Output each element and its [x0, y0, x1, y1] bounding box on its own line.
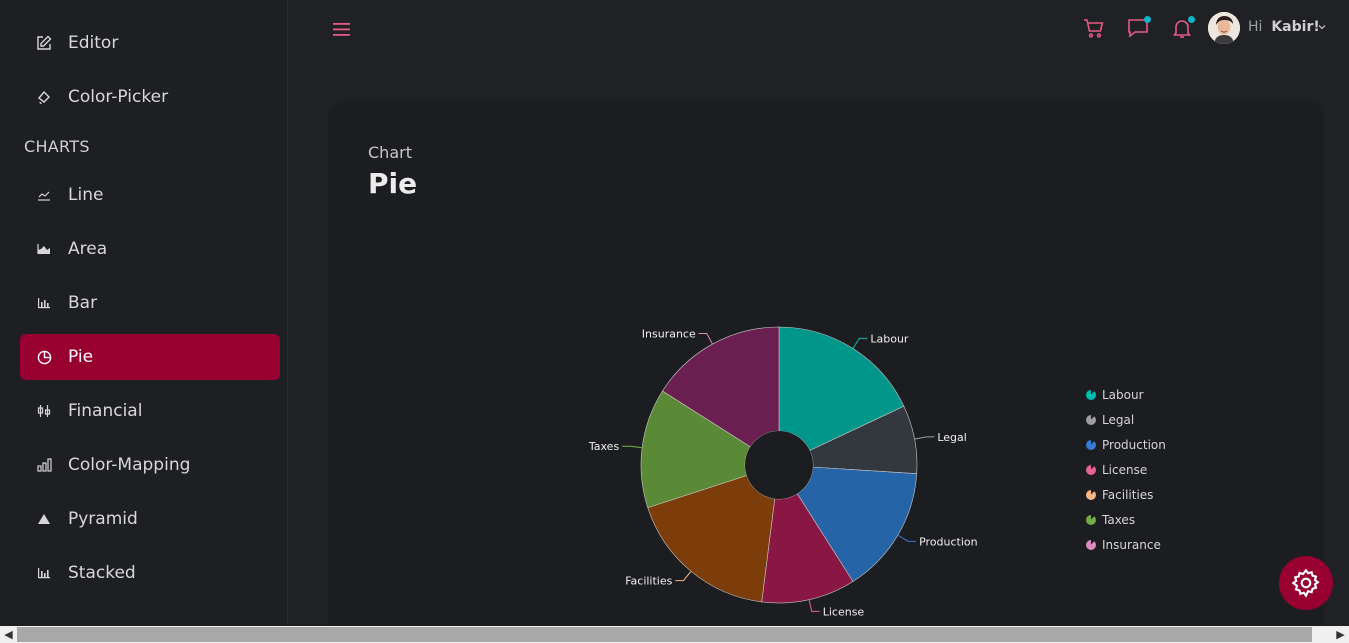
- legend-item-license[interactable]: License: [1086, 457, 1166, 482]
- sidebar-item-color-picker[interactable]: Color-Picker: [20, 74, 280, 120]
- pie-label-insurance: Insurance: [642, 328, 696, 341]
- horizontal-scrollbar[interactable]: ◀ ▶: [0, 626, 1349, 643]
- chevron-down-icon[interactable]: [1317, 22, 1327, 32]
- legend-item-facilities[interactable]: Facilities: [1086, 482, 1166, 507]
- sidebar-item-line[interactable]: Line: [20, 172, 280, 218]
- pie-connector-production: [897, 534, 917, 542]
- sidebar-item-label: Editor: [68, 33, 119, 53]
- sidebar-item-label: Line: [68, 185, 104, 205]
- column-chart-icon: [20, 458, 68, 472]
- sidebar-item-editor[interactable]: Editor: [20, 20, 280, 66]
- scrollbar-thumb[interactable]: [17, 627, 1312, 642]
- legend-item-legal[interactable]: Legal: [1086, 407, 1166, 432]
- cart-icon: [1084, 19, 1104, 38]
- sidebar-section-charts: CHARTS: [24, 137, 90, 156]
- cart-button[interactable]: [1082, 16, 1108, 42]
- pie-connector-license: [808, 599, 820, 612]
- pie-connector-legal: [914, 436, 935, 440]
- sidebar-item-label: Stacked: [68, 563, 136, 583]
- pie-label-taxes: Taxes: [588, 440, 620, 453]
- legend-label: Labour: [1102, 387, 1144, 402]
- line-chart-icon: [20, 189, 68, 201]
- scroll-right-icon[interactable]: ▶: [1332, 626, 1349, 643]
- legend-label: Insurance: [1102, 537, 1161, 552]
- legend-label: Legal: [1102, 412, 1135, 427]
- sidebar-item-pie[interactable]: Pie: [20, 334, 280, 380]
- sidebar-item-label: Area: [68, 239, 108, 259]
- page-subtitle: Chart: [368, 143, 412, 162]
- legend-item-insurance[interactable]: Insurance: [1086, 532, 1166, 557]
- sidebar-item-financial[interactable]: Financial: [20, 388, 280, 434]
- sidebar-item-color-mapping[interactable]: Color-Mapping: [20, 442, 280, 488]
- pie-chart-icon: [20, 350, 68, 365]
- sidebar-item-label: Pyramid: [68, 509, 138, 529]
- legend-item-taxes[interactable]: Taxes: [1086, 507, 1166, 532]
- legend-marker: [1086, 439, 1096, 450]
- legend-marker: [1086, 414, 1096, 425]
- pie-label-legal: Legal: [937, 431, 966, 444]
- legend-label: Facilities: [1102, 487, 1154, 502]
- messages-button[interactable]: [1126, 16, 1152, 42]
- edit-icon: [20, 35, 68, 51]
- messages-badge: [1144, 16, 1151, 23]
- avatar[interactable]: [1208, 12, 1240, 44]
- sidebar-item-pyramid[interactable]: Pyramid: [20, 496, 280, 542]
- gear-icon: [1291, 568, 1320, 598]
- chart-legend: Labour Legal Production License Facilities Ta…: [1086, 382, 1166, 557]
- pie-chart: Labour Legal Production License Facilities Ta…: [588, 326, 978, 618]
- sidebar: Editor Color-Picker CHARTS Line Area Bar…: [0, 0, 288, 626]
- legend-marker: [1086, 489, 1096, 500]
- menu-toggle-button[interactable]: [333, 20, 351, 38]
- sidebar-item-label: Financial: [68, 401, 143, 421]
- sidebar-item-label: Bar: [68, 293, 98, 313]
- settings-button[interactable]: [1279, 556, 1333, 610]
- pyramid-icon: [20, 513, 68, 525]
- legend-marker: [1086, 464, 1096, 475]
- legend-label: Taxes: [1102, 512, 1136, 527]
- donut-hole: [745, 431, 813, 499]
- notifications-badge: [1188, 16, 1195, 23]
- legend-item-labour[interactable]: Labour: [1086, 382, 1166, 407]
- greeting-text: Hi: [1248, 19, 1263, 35]
- pie-connector-labour: [852, 337, 868, 349]
- user-name: Kabir!: [1271, 19, 1320, 35]
- legend-marker: [1086, 514, 1096, 525]
- pie-label-facilities: Facilities: [625, 575, 672, 588]
- pie-connector-taxes: [622, 445, 643, 449]
- paint-bucket-icon: [20, 89, 68, 105]
- pie-label-license: License: [823, 605, 865, 618]
- area-chart-icon: [20, 243, 68, 255]
- user-greeting[interactable]: Hi Kabir!: [1248, 19, 1320, 35]
- legend-marker: [1086, 539, 1096, 550]
- legend-marker: [1086, 389, 1096, 400]
- hamburger-icon: [333, 23, 350, 36]
- sidebar-item-stacked[interactable]: Stacked: [20, 550, 280, 596]
- legend-label: Production: [1102, 437, 1166, 452]
- scroll-left-icon[interactable]: ◀: [0, 626, 17, 643]
- sidebar-item-label: Color-Mapping: [68, 455, 191, 475]
- sidebar-item-area[interactable]: Area: [20, 226, 280, 272]
- sidebar-item-label: Pie: [68, 347, 94, 367]
- stacked-bar-icon: [20, 567, 68, 579]
- notifications-button[interactable]: [1170, 16, 1196, 42]
- pie-label-labour: Labour: [870, 332, 909, 345]
- pie-label-production: Production: [919, 535, 978, 548]
- page-title: Pie: [368, 167, 418, 200]
- bar-chart-icon: [20, 297, 68, 309]
- pie-connector-facilities: [675, 571, 692, 582]
- sidebar-item-bar[interactable]: Bar: [20, 280, 280, 326]
- legend-item-production[interactable]: Production: [1086, 432, 1166, 457]
- legend-label: License: [1102, 462, 1148, 477]
- sidebar-item-label: Color-Picker: [68, 87, 169, 107]
- candlestick-icon: [20, 404, 68, 418]
- pie-connector-insurance: [698, 333, 713, 345]
